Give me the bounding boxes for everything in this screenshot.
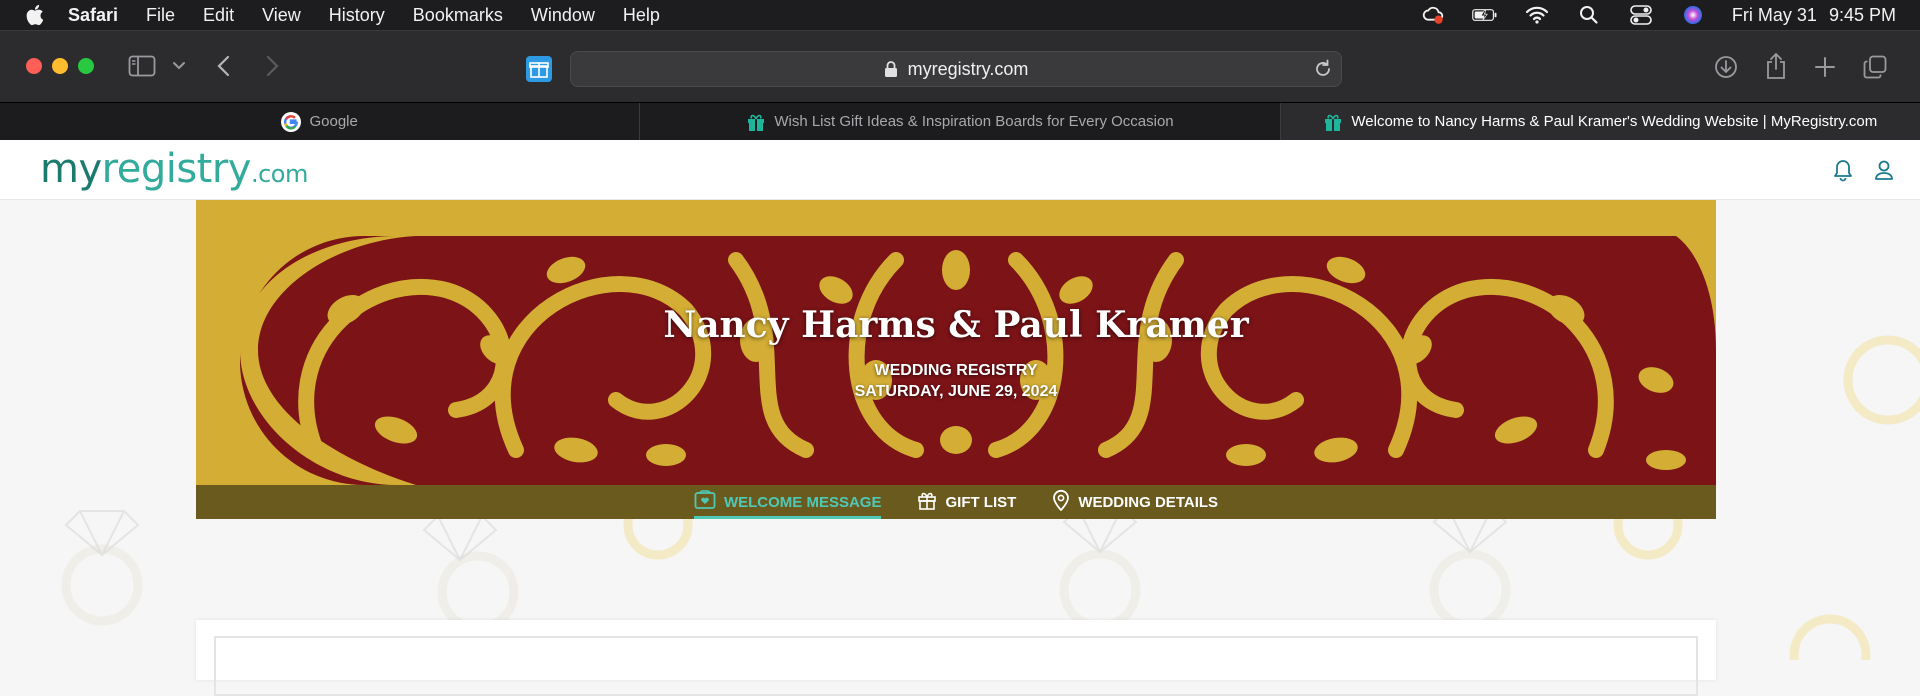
gift-icon [746,112,766,132]
menubar-clock[interactable]: Fri May 31 9:45 PM [1732,5,1896,26]
address-bar-url: myregistry.com [907,58,1029,79]
tab-wedding-website[interactable]: Welcome to Nancy Harms & Paul Kramer's W… [1280,103,1920,140]
registry-nav: WELCOME MESSAGE GIFT LIST WEDDING DETAIL… [196,485,1716,519]
menubar-date: Fri May 31 [1731,4,1817,25]
gift-icon [917,490,937,514]
couple-names: Nancy Harms & Paul Kramer [663,304,1249,346]
user-account-icon[interactable] [1874,158,1894,182]
tab-title: Google [309,113,358,130]
site-header: myregistry.com [0,140,1920,200]
tab-title: Welcome to Nancy Harms & Paul Kramer's W… [1351,113,1878,130]
download-icon[interactable] [1714,55,1738,79]
menu-window[interactable]: Window [531,5,595,26]
creative-cloud-icon[interactable] [1420,4,1446,26]
chevron-down-icon[interactable] [172,61,186,71]
location-pin-icon [1052,489,1070,515]
logo-registry: registry [101,146,252,192]
zoom-window-button[interactable] [78,58,94,74]
new-tab-icon[interactable] [1814,56,1836,78]
menu-file[interactable]: File [146,5,175,26]
google-icon [281,111,302,132]
wedding-date: SATURDAY, JUNE 29, 2024 [854,383,1058,400]
share-icon[interactable] [1765,52,1787,80]
welcome-card-icon [694,490,716,514]
spotlight-icon[interactable] [1576,4,1602,26]
nav-gift-list-label: GIFT LIST [945,493,1017,511]
menubar-time: 9:45 PM [1828,4,1896,25]
gift-extension-icon[interactable] [526,56,552,82]
wedding-banner: Nancy Harms & Paul Kramer WEDDING REGIST… [196,200,1716,485]
menu-edit[interactable]: Edit [203,5,234,26]
lock-icon [884,60,898,78]
tab-google[interactable]: Google [0,103,641,140]
tab-title: Wish List Gift Ideas & Inspiration Board… [774,113,1174,130]
myregistry-logo[interactable]: myregistry.com [40,146,308,192]
nav-welcome-label: WELCOME MESSAGE [723,493,882,511]
menu-view[interactable]: View [262,5,301,26]
battery-icon[interactable] [1472,4,1498,26]
bell-icon[interactable] [1833,158,1853,182]
registry-subtitle: WEDDING REGISTRY [874,362,1038,379]
back-icon[interactable] [216,55,232,77]
siri-icon[interactable] [1680,4,1706,26]
menu-history[interactable]: History [329,5,385,26]
sidebar-icon[interactable] [128,55,156,77]
forward-icon[interactable] [264,55,280,77]
tab-bar: Google Wish List Gift Ideas & Inspiratio… [0,102,1920,140]
nav-wedding-details-label: WEDDING DETAILS [1078,493,1219,511]
tab-wishlist[interactable]: Wish List Gift Ideas & Inspiration Board… [640,103,1281,140]
macos-menubar: Safari File Edit View History Bookmarks … [0,0,1920,30]
nav-wedding-details[interactable]: WEDDING DETAILS [1052,485,1218,519]
logo-my: my [40,146,102,192]
menu-bookmarks[interactable]: Bookmarks [413,5,503,26]
minimize-window-button[interactable] [52,58,68,74]
gift-icon [1323,112,1343,132]
apple-icon[interactable] [26,4,48,26]
welcome-message-frame [214,636,1698,696]
close-window-button[interactable] [26,58,42,74]
reload-icon[interactable] [1313,59,1333,79]
logo-dotcom: .com [250,160,308,188]
menubar-status-area: Fri May 31 9:45 PM [1420,0,1896,30]
browser-toolbar: myregistry.com [0,30,1920,102]
welcome-message-card [196,620,1716,696]
address-bar[interactable]: myregistry.com [570,51,1342,87]
menu-help[interactable]: Help [623,5,660,26]
tab-overview-icon[interactable] [1863,55,1887,79]
nav-welcome-message[interactable]: WELCOME MESSAGE [693,485,882,519]
control-center-icon[interactable] [1628,4,1654,26]
menu-app-safari[interactable]: Safari [68,5,118,26]
nav-gift-list[interactable]: GIFT LIST [917,485,1016,519]
wifi-icon[interactable] [1524,4,1550,26]
